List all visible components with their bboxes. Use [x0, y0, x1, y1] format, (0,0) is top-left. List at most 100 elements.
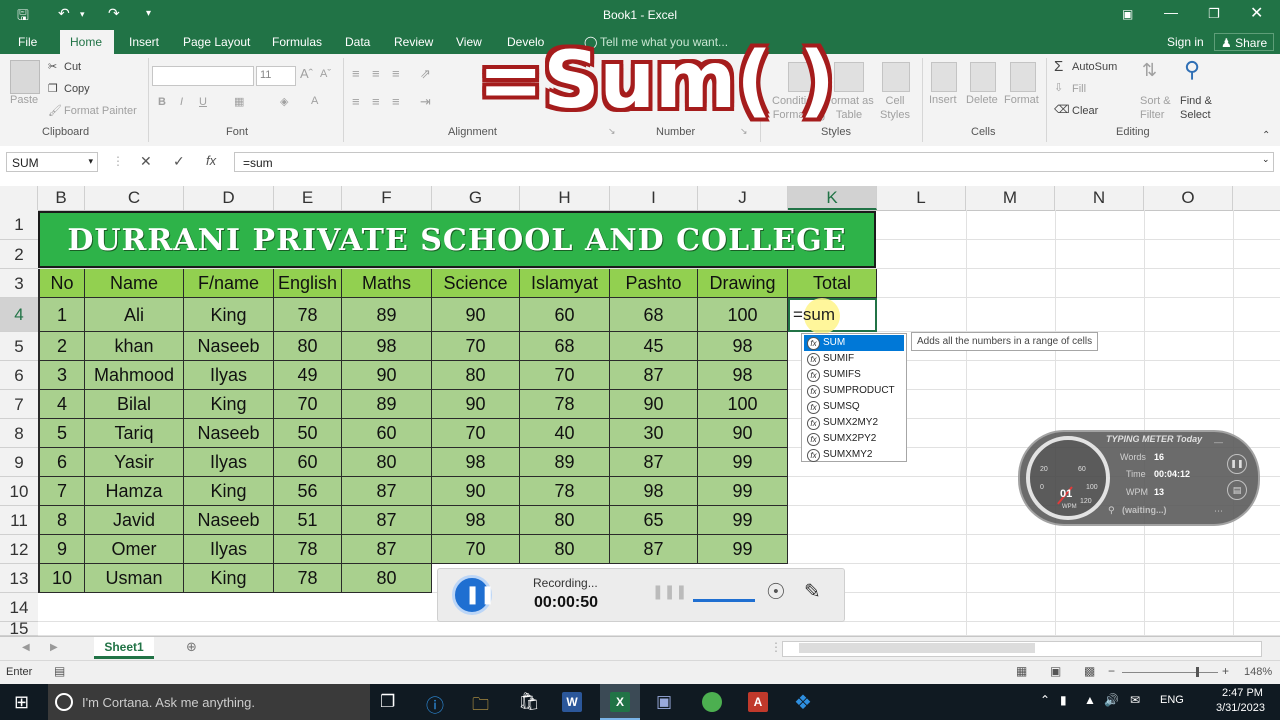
row-header[interactable]: 10	[0, 477, 38, 506]
header-cell[interactable]: F/name	[184, 269, 274, 298]
row-header[interactable]: 9	[0, 448, 38, 477]
row-header[interactable]: 6	[0, 361, 38, 390]
data-cell[interactable]: 80	[520, 506, 610, 535]
page-break-view-icon[interactable]: ▩	[1084, 664, 1095, 678]
sort-filter-button[interactable]: Sort & Filter	[1140, 94, 1171, 122]
row-header[interactable]: 5	[0, 332, 38, 361]
acrobat-icon[interactable]: A	[748, 692, 768, 712]
function-autocomplete-list[interactable]: fx SUM fx SUMIF fx SUMIFS fx SUMPRODUCT fx SUMSQ f…	[801, 333, 907, 462]
column-header-selected[interactable]: K	[788, 186, 877, 210]
tab-review[interactable]: Review	[394, 35, 433, 49]
data-cell[interactable]: 87	[610, 361, 698, 390]
data-cell[interactable]: 60	[274, 448, 342, 477]
autocomplete-item-sumif[interactable]: fx SUMIF	[804, 351, 904, 367]
data-cell[interactable]: 87	[342, 535, 432, 564]
header-cell[interactable]: No	[38, 269, 85, 298]
fill-button[interactable]: Fill	[1072, 83, 1086, 95]
excel-taskbar-button[interactable]: X	[600, 684, 640, 720]
align-middle-icon[interactable]: ≡	[372, 66, 380, 81]
font-color-icon[interactable]: A	[311, 95, 318, 107]
autocomplete-item-sumifs[interactable]: fx SUMIFS	[804, 367, 904, 383]
insert-cells-button[interactable]: Insert	[929, 94, 957, 106]
data-cell[interactable]: 70	[274, 390, 342, 419]
data-cell[interactable]: 78	[274, 564, 342, 593]
cut-button[interactable]: Cut	[64, 61, 81, 73]
column-header[interactable]: F	[342, 186, 432, 210]
data-cell[interactable]: Javid	[85, 506, 184, 535]
data-cell[interactable]: Naseeb	[184, 419, 274, 448]
pause-recording-button[interactable]: ❚❚	[452, 575, 495, 615]
tab-file[interactable]: File	[18, 35, 37, 49]
data-cell[interactable]: 30	[610, 419, 698, 448]
column-header[interactable]: E	[274, 186, 342, 210]
autocomplete-item-sumxmy2[interactable]: fx SUMXMY2	[804, 447, 904, 463]
data-cell[interactable]: 87	[342, 506, 432, 535]
format-painter-icon[interactable]: 🖌	[48, 104, 62, 117]
data-cell[interactable]: 10	[38, 564, 85, 593]
column-header[interactable]: N	[1055, 186, 1144, 210]
grow-font-icon[interactable]: Aˆ	[300, 66, 313, 81]
pen-icon[interactable]: ✎	[804, 579, 821, 604]
data-cell[interactable]: 80	[274, 332, 342, 361]
data-cell[interactable]: 98	[432, 448, 520, 477]
data-cell[interactable]: 3	[38, 361, 85, 390]
data-cell[interactable]: 70	[520, 361, 610, 390]
row-header[interactable]: 13	[0, 564, 38, 593]
tab-home[interactable]: Home	[60, 30, 114, 54]
header-cell[interactable]: Total	[788, 269, 877, 298]
data-cell[interactable]: 68	[610, 298, 698, 332]
data-cell[interactable]: 99	[698, 448, 788, 477]
data-cell[interactable]: Ilyas	[184, 361, 274, 390]
data-cell[interactable]: 80	[342, 448, 432, 477]
align-right-icon[interactable]: ≡	[392, 94, 400, 109]
store-icon[interactable]: 🛍	[518, 692, 540, 712]
copy-icon[interactable]: ❐	[48, 82, 58, 95]
align-center-icon[interactable]: ≡	[372, 94, 380, 109]
data-cell[interactable]: Omer	[85, 535, 184, 564]
bold-button[interactable]: B	[158, 96, 166, 108]
header-cell[interactable]: Islamyat	[520, 269, 610, 298]
delete-cells-icon[interactable]	[970, 62, 996, 92]
data-cell[interactable]: Ilyas	[184, 535, 274, 564]
data-cell[interactable]: 7	[38, 477, 85, 506]
data-cell[interactable]: 99	[698, 535, 788, 564]
data-cell[interactable]: 45	[610, 332, 698, 361]
data-cell[interactable]: 90	[342, 361, 432, 390]
autocomplete-item-sumproduct[interactable]: fx SUMPRODUCT	[804, 383, 904, 399]
column-header[interactable]: M	[966, 186, 1055, 210]
collapse-ribbon-icon[interactable]: ⌃	[1262, 130, 1270, 141]
scissors-icon[interactable]: ✂	[48, 60, 57, 73]
paste-button[interactable]: Paste	[10, 94, 38, 106]
file-explorer-icon[interactable]: 🗀	[472, 692, 489, 721]
expand-formula-icon[interactable]: ⌄	[1262, 154, 1270, 165]
data-cell[interactable]: 78	[274, 298, 342, 332]
find-icon[interactable]: ⚲	[1184, 57, 1200, 83]
meter-pause-button[interactable]: ❚❚	[1227, 454, 1247, 474]
eraser-icon[interactable]: ⌫	[1054, 103, 1070, 116]
row-header[interactable]: 7	[0, 390, 38, 419]
cell-styles-button[interactable]: Cell Styles	[870, 94, 920, 122]
data-cell[interactable]: 89	[520, 448, 610, 477]
indent-icon[interactable]: ⇥	[420, 94, 431, 110]
data-cell[interactable]: 87	[610, 535, 698, 564]
data-cell[interactable]: 80	[520, 535, 610, 564]
row-header-selected[interactable]: 4	[0, 298, 38, 332]
data-cell[interactable]: 78	[274, 535, 342, 564]
share-button[interactable]: ♟ Share	[1214, 33, 1275, 51]
photo-app-icon[interactable]: ▣	[656, 692, 672, 712]
column-header[interactable]: L	[877, 186, 966, 210]
split-handle-icon[interactable]: ⋮	[770, 640, 782, 654]
align-left-icon[interactable]: ≡	[352, 94, 360, 109]
data-cell[interactable]: 50	[274, 419, 342, 448]
tab-insert[interactable]: Insert	[129, 35, 159, 49]
windows-start-icon[interactable]: ⊞	[14, 692, 29, 713]
data-cell[interactable]: Tariq	[85, 419, 184, 448]
data-cell[interactable]: 80	[432, 361, 520, 390]
webcam-icon[interactable]: ☉	[766, 579, 786, 605]
data-cell[interactable]: 99	[698, 506, 788, 535]
data-cell[interactable]: Yasir	[85, 448, 184, 477]
data-cell[interactable]: 70	[432, 535, 520, 564]
column-header[interactable]: D	[184, 186, 274, 210]
data-cell[interactable]: Hamza	[85, 477, 184, 506]
data-cell[interactable]: Mahmood	[85, 361, 184, 390]
